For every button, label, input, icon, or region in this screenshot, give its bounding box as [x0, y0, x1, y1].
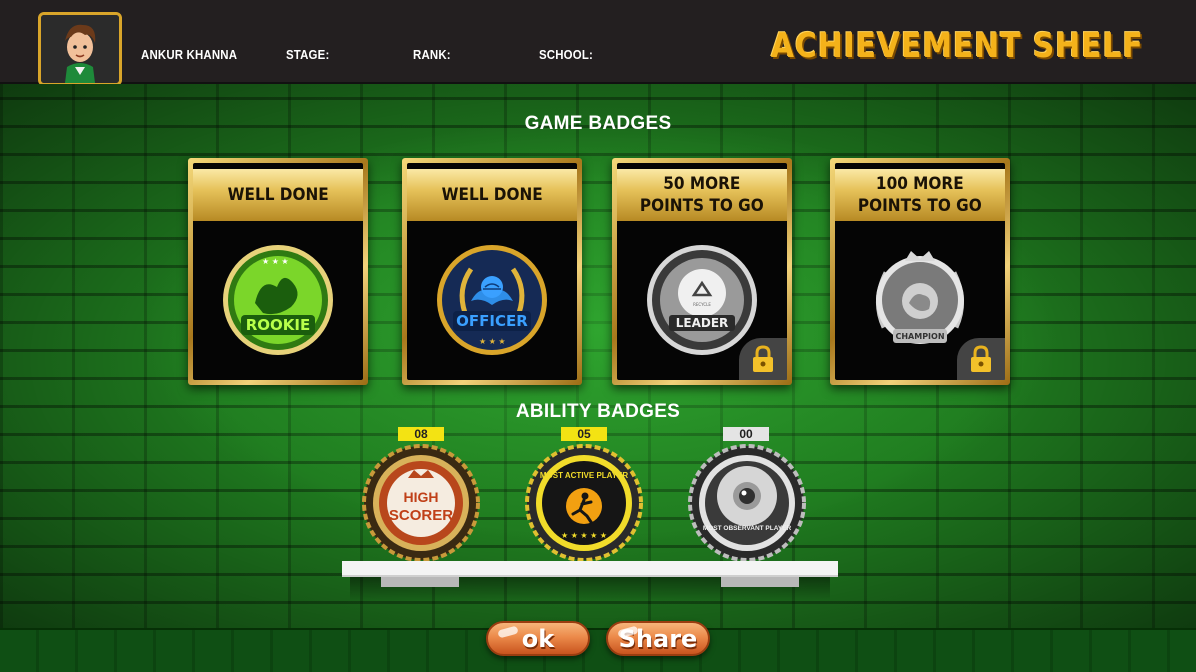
boy-avatar-icon [41, 15, 119, 83]
most-active-label: MOST ACTIVE PLAYER [540, 471, 629, 480]
locked-indicator [957, 338, 1005, 380]
high-scorer-badge[interactable]: HIGH SCORER [362, 444, 480, 562]
most-observant-player-badge[interactable]: MOST OBSERVANT PLAYER [688, 444, 806, 562]
most-active-count: 05 [561, 427, 607, 441]
leader-badge-text: LEADER [676, 316, 729, 330]
most-observant-label: MOST OBSERVANT PLAYER [703, 525, 792, 532]
padlock-icon [753, 345, 773, 372]
card-header: 100 MORE POINTS TO GO [835, 169, 1005, 221]
high-scorer-line1: HIGH [404, 489, 439, 505]
high-scorer-count: 08 [398, 427, 444, 441]
svg-text:★ ★ ★: ★ ★ ★ [262, 257, 289, 266]
shelf [342, 561, 838, 577]
share-button[interactable]: Share [606, 621, 710, 656]
player-avatar[interactable] [38, 12, 122, 86]
school-label: SCHOOL: [539, 47, 593, 62]
officer-badge-icon: OFFICER ★ ★ ★ [437, 245, 547, 355]
officer-badge-text: OFFICER [456, 312, 528, 330]
svg-text:RECYCLE: RECYCLE [693, 302, 711, 307]
game-badges-title: GAME BADGES [524, 113, 672, 134]
champion-badge: CHAMPION [863, 243, 977, 357]
high-scorer-line2: SCORER [389, 507, 453, 524]
svg-text:★ ★ ★: ★ ★ ★ [479, 337, 506, 346]
floor [0, 628, 1196, 672]
padlock-icon [971, 345, 991, 372]
card-header: WELL DONE [407, 169, 577, 221]
most-active-badge-icon: ★ ★ ★ ★ ★ MOST ACTIVE PLAYER [525, 444, 643, 562]
rookie-badge-text: ROOKIE [246, 316, 311, 334]
rookie-badge-icon: ★ ★ ★ ROOKIE [223, 245, 333, 355]
rookie-badge: ★ ★ ★ ROOKIE [221, 243, 335, 357]
ability-badges-title: ABILITY BADGES [515, 401, 681, 422]
card-header: 50 MORE POINTS TO GO [617, 169, 787, 221]
most-observant-count: 00 [723, 427, 769, 441]
game-badge-card-officer[interactable]: WELL DONE OFFICER ★ ★ ★ [402, 158, 582, 385]
leader-badge-icon: RECYCLE LEADER [647, 245, 757, 355]
most-active-player-badge[interactable]: ★ ★ ★ ★ ★ MOST ACTIVE PLAYER [525, 444, 643, 562]
high-scorer-badge-icon: HIGH SCORER [362, 444, 480, 562]
shelf-bracket-right [721, 577, 799, 587]
player-name: ANKUR KHANNA [141, 47, 238, 62]
svg-text:★ ★ ★ ★ ★: ★ ★ ★ ★ ★ [561, 531, 607, 540]
top-bar: ANKUR KHANNA STAGE: RANK: SCHOOL: ACHIEV… [0, 0, 1196, 86]
champion-badge-icon: CHAMPION [876, 251, 964, 344]
card-header: WELL DONE [193, 169, 363, 221]
ok-button[interactable]: ok [486, 621, 590, 656]
page-title: ACHIEVEMENT SHELF [771, 26, 1144, 66]
champion-badge-text: CHAMPION [895, 332, 944, 341]
game-badge-card-leader[interactable]: 50 MORE POINTS TO GO RECYCLE LEADER [612, 158, 792, 385]
leader-badge: RECYCLE LEADER [645, 243, 759, 357]
shelf-bracket-left [381, 577, 459, 587]
most-observant-badge-icon: MOST OBSERVANT PLAYER [688, 444, 806, 562]
officer-badge: OFFICER ★ ★ ★ [435, 243, 549, 357]
locked-indicator [739, 338, 787, 380]
game-badge-card-rookie[interactable]: WELL DONE ★ ★ ★ ROOKIE [188, 158, 368, 385]
stage-label: STAGE: [286, 47, 330, 62]
rank-label: RANK: [413, 47, 451, 62]
game-badge-card-champion[interactable]: 100 MORE POINTS TO GO CHAMPION [830, 158, 1010, 385]
